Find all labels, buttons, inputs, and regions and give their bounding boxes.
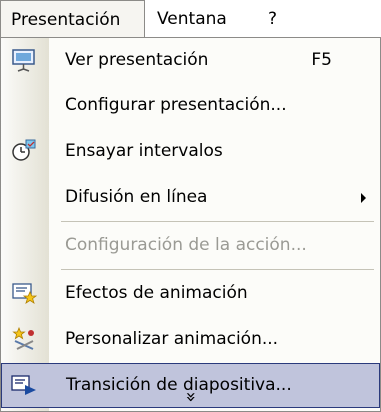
menu-ventana-label: Ventana	[157, 9, 227, 29]
animation-effects-icon	[11, 281, 38, 305]
menu-item-label: Configurar presentación...	[65, 95, 287, 115]
menu-bar: Presentación Ventana ?	[0, 0, 381, 38]
menu-separator	[61, 221, 374, 222]
menu-item-ensayar-intervalos[interactable]: Ensayar intervalos	[1, 129, 380, 174]
menu-item-configuracion-accion: Configuración de la acción...	[1, 223, 380, 268]
menu-item-label: Efectos de animación	[65, 283, 248, 303]
expand-chevron-icon: »	[180, 391, 202, 403]
custom-animation-icon	[11, 326, 37, 351]
menu-help-label: ?	[268, 9, 278, 29]
menu-help[interactable]: ?	[258, 0, 298, 38]
menu-item-shortcut: F5	[311, 50, 332, 70]
expand-menu-button[interactable]: »	[1, 385, 380, 409]
menu-item-configurar-presentacion[interactable]: Configurar presentación...	[1, 83, 380, 128]
menu-item-difusion-en-linea[interactable]: Difusión en línea	[1, 175, 380, 220]
menu-presentacion-label: Presentación	[11, 10, 121, 30]
menu-item-label: Ensayar intervalos	[65, 141, 223, 161]
menu-item-efectos-animacion[interactable]: Efectos de animación	[1, 271, 380, 316]
menu-item-label: Personalizar animación...	[65, 329, 279, 349]
menu-separator	[61, 269, 374, 270]
menu-item-label: Difusión en línea	[65, 187, 208, 207]
slideshow-icon	[11, 48, 37, 72]
menu-item-personalizar-animacion[interactable]: Personalizar animación...	[1, 317, 380, 362]
menu-item-label: Ver presentación	[65, 50, 209, 70]
submenu-arrow-icon	[361, 193, 366, 203]
menu-ventana[interactable]: Ventana	[147, 0, 255, 38]
menu-presentacion[interactable]: Presentación	[0, 0, 145, 38]
menu-item-label: Configuración de la acción...	[65, 235, 307, 255]
rehearse-timings-icon	[11, 139, 37, 163]
menu-item-ver-presentacion[interactable]: Ver presentación F5	[1, 38, 380, 83]
presentacion-dropdown: Ver presentación F5 Configurar presentac…	[0, 37, 381, 412]
